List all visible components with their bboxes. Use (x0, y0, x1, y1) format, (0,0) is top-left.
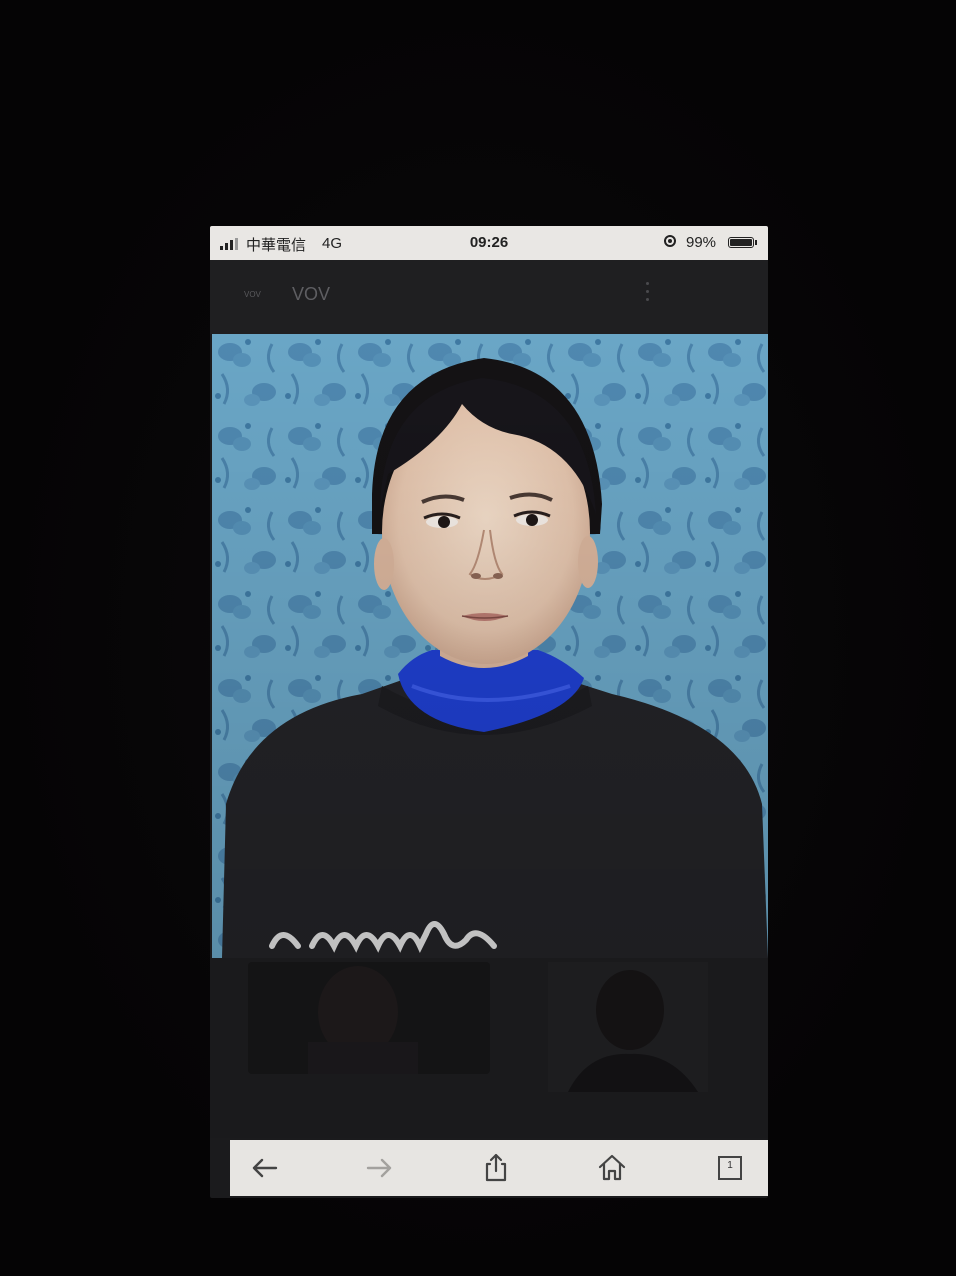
battery-percent: 99% (686, 234, 717, 251)
article-photo (212, 334, 768, 958)
site-logo[interactable]: VOV (244, 290, 261, 299)
home-icon[interactable] (596, 1152, 628, 1184)
orientation-lock-icon (664, 235, 676, 247)
app-header: VOV VOV (210, 260, 768, 334)
browser-toolbar: 1 (230, 1140, 768, 1196)
tabs-icon[interactable]: 1 (714, 1152, 746, 1184)
site-name[interactable]: VOV (292, 284, 330, 305)
share-icon[interactable] (480, 1152, 512, 1184)
forward-arrow-icon[interactable] (364, 1152, 396, 1184)
back-arrow-icon[interactable] (248, 1152, 280, 1184)
battery-icon (728, 237, 757, 248)
status-time: 09:26 (469, 234, 509, 251)
related-thumbnail[interactable] (548, 962, 708, 1092)
related-articles (210, 958, 768, 1138)
more-icon[interactable] (646, 282, 650, 308)
tabs-count: 1 (727, 1160, 733, 1171)
related-thumbnail[interactable] (248, 962, 490, 1074)
phone-screen: 中華電信 4G 09:26 99% VOV VOV 1 (210, 226, 768, 1198)
status-bar: 中華電信 4G 09:26 99% (210, 226, 768, 260)
